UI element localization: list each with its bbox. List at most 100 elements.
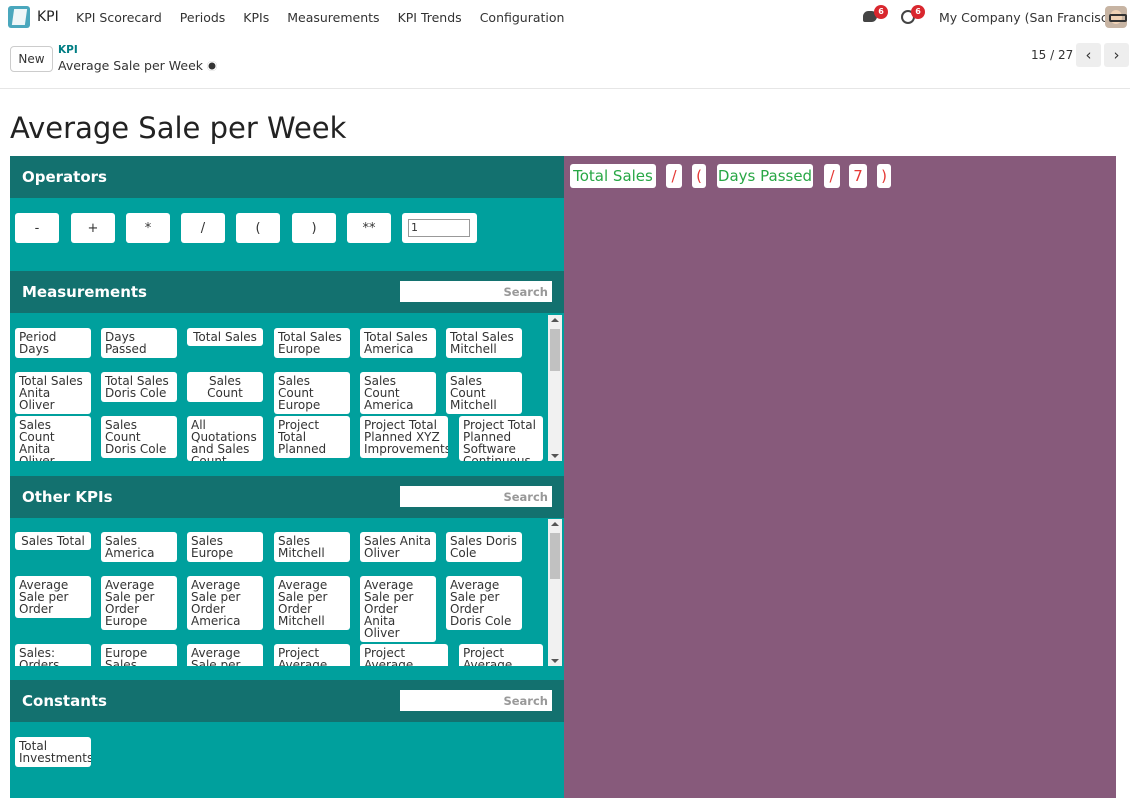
formula-token-operator[interactable]: / [824,164,840,188]
measurements-search-input[interactable]: Search [400,281,552,302]
other-kpis-scroll-thumb[interactable] [550,533,560,579]
constant-input-wrapper: 1 [402,213,477,243]
kpi-chip[interactable]: Sales Europe [187,532,263,562]
measurement-chip[interactable]: Sales Count Doris Cole [101,416,177,458]
menu-kpi-scorecard[interactable]: KPI Scorecard [76,10,162,25]
kpi-chip[interactable]: Sales Anita Oliver [360,532,436,562]
measurement-chip[interactable]: Sales Count Mitchell [446,372,522,414]
other-kpis-list: Sales Total Sales America Sales Europe S… [10,519,564,666]
operator-close-paren-button[interactable]: ) [292,213,336,243]
other-kpis-heading: Other KPIs [22,488,113,506]
measurement-chip[interactable]: Sales Count Anita Oliver [15,416,91,461]
formula-token-measurement[interactable]: Total Sales [570,164,656,188]
formula-builder-panel: Operators - + * / ( ) ** 1 Measurements … [10,156,564,798]
kpi-chip[interactable]: Project Average Days [459,644,543,666]
pager-next-button[interactable]: › [1104,43,1129,67]
measurement-chip[interactable]: Project Total Planned [274,416,350,458]
kpi-chip[interactable]: Project Average Days [360,644,448,666]
measurement-chip[interactable]: Total Sales Doris Cole [101,372,177,402]
menu-measurements[interactable]: Measurements [287,10,379,25]
measurement-chip[interactable]: Total Sales Anita Oliver [15,372,91,414]
kpi-chip[interactable]: Average Sale per Order Doris Cole [446,576,522,630]
measurement-chip[interactable]: Days Passed [101,328,177,358]
gear-icon[interactable] [207,61,218,71]
measurement-chip[interactable]: All Quotations and Sales Count [187,416,263,461]
operator-open-paren-button[interactable]: ( [236,213,280,243]
measurement-chip[interactable]: Sales Count Europe [274,372,350,414]
formula-display-panel: Total Sales / ( Days Passed / 7 ) [564,156,1116,798]
scroll-down-arrow-icon[interactable] [551,659,559,663]
messages-badge: 6 [874,5,888,19]
measurements-scroll-thumb[interactable] [550,329,560,371]
menu-configuration[interactable]: Configuration [480,10,565,25]
constant-chip[interactable]: Total Investments [15,737,91,767]
top-navbar: KPI KPI Scorecard Periods KPIs Measureme… [0,0,1130,35]
operator-minus-button[interactable]: - [15,213,59,243]
pager-value[interactable]: 15 / 27 [1031,48,1073,62]
measurements-header: Measurements Search [10,271,564,313]
constants-heading: Constants [22,692,107,710]
kpi-chip[interactable]: Sales: Orders [15,644,91,666]
other-kpis-header: Other KPIs Search [10,476,564,518]
new-button[interactable]: New [10,46,53,72]
formula-token-constant[interactable]: 7 [849,164,867,188]
kpi-chip[interactable]: Average Sale per [187,644,263,666]
scroll-down-arrow-icon[interactable] [551,454,559,458]
kpi-chip[interactable]: Average Sale per Order Anita Oliver [360,576,436,642]
measurement-chip[interactable]: Sales Count America [360,372,436,414]
scroll-up-arrow-icon[interactable] [551,522,559,526]
other-kpis-search-input[interactable]: Search [400,486,552,507]
menu-kpi-trends[interactable]: KPI Trends [398,10,462,25]
measurement-chip[interactable]: Total Sales Mitchell [446,328,522,358]
kpi-chip[interactable]: Europe Sales Share [101,644,177,666]
operator-power-button[interactable]: ** [347,213,391,243]
constant-number-input[interactable]: 1 [408,219,470,237]
operator-plus-button[interactable]: + [71,213,115,243]
kpi-chip[interactable]: Average Sale per Order [15,576,91,618]
measurements-scrollbar[interactable] [548,315,562,461]
formula-token-operator[interactable]: ( [692,164,706,188]
app-name[interactable]: KPI [37,9,59,25]
company-switcher[interactable]: My Company (San Francisco) [939,10,1120,25]
operator-divide-button[interactable]: / [181,213,225,243]
operators-heading: Operators [22,168,107,186]
breadcrumb-current: Average Sale per Week [58,58,218,73]
scroll-up-arrow-icon[interactable] [551,318,559,322]
pager-previous-button[interactable]: ‹ [1076,43,1101,67]
measurements-list: Period Days Days Passed Total Sales Tota… [10,315,564,461]
kpi-chip[interactable]: Sales Mitchell [274,532,350,562]
measurement-chip[interactable]: Total Sales Europe [274,328,350,358]
kpi-chip[interactable]: Average Sale per Order America [187,576,263,630]
menu-kpis[interactable]: KPIs [243,10,269,25]
kpi-chip[interactable]: Average Sale per Order Europe [101,576,177,630]
operators-header: Operators [10,156,564,198]
measurement-chip[interactable]: Project Total Planned Software Continuou… [459,416,543,461]
kpi-chip[interactable]: Project Average [274,644,350,666]
kpi-chip[interactable]: Sales America [101,532,177,562]
page-title: Average Sale per Week [10,111,347,145]
other-kpis-scrollbar[interactable] [548,519,562,666]
measurements-heading: Measurements [22,283,147,301]
constants-search-input[interactable]: Search [400,690,552,711]
constants-header: Constants Search [10,680,564,722]
kpi-chip[interactable]: Sales Doris Cole [446,532,522,562]
operator-multiply-button[interactable]: * [126,213,170,243]
measurement-chip[interactable]: Sales Count [187,372,263,402]
breadcrumb-parent[interactable]: KPI [58,44,78,56]
measurement-chip[interactable]: Total Sales America [360,328,436,358]
kpi-app-icon[interactable] [8,6,30,28]
user-avatar[interactable] [1105,6,1127,28]
measurement-chip[interactable]: Period Days [15,328,91,358]
menu-periods[interactable]: Periods [180,10,226,25]
formula-token-measurement[interactable]: Days Passed [717,164,813,188]
measurement-chip[interactable]: Project Total Planned XYZ Improvements [360,416,448,458]
formula-token-operator[interactable]: / [666,164,682,188]
kpi-chip[interactable]: Average Sale per Order Mitchell [274,576,350,630]
breadcrumb-current-label: Average Sale per Week [58,58,204,73]
measurement-chip[interactable]: Total Sales [187,328,263,346]
activities-badge: 6 [911,5,925,19]
main-menu: KPI Scorecard Periods KPIs Measurements … [76,10,582,25]
control-panel: New KPI Average Sale per Week 15 / 27 ‹ … [0,35,1130,89]
formula-token-operator[interactable]: ) [877,164,891,188]
kpi-chip[interactable]: Sales Total [15,532,91,550]
